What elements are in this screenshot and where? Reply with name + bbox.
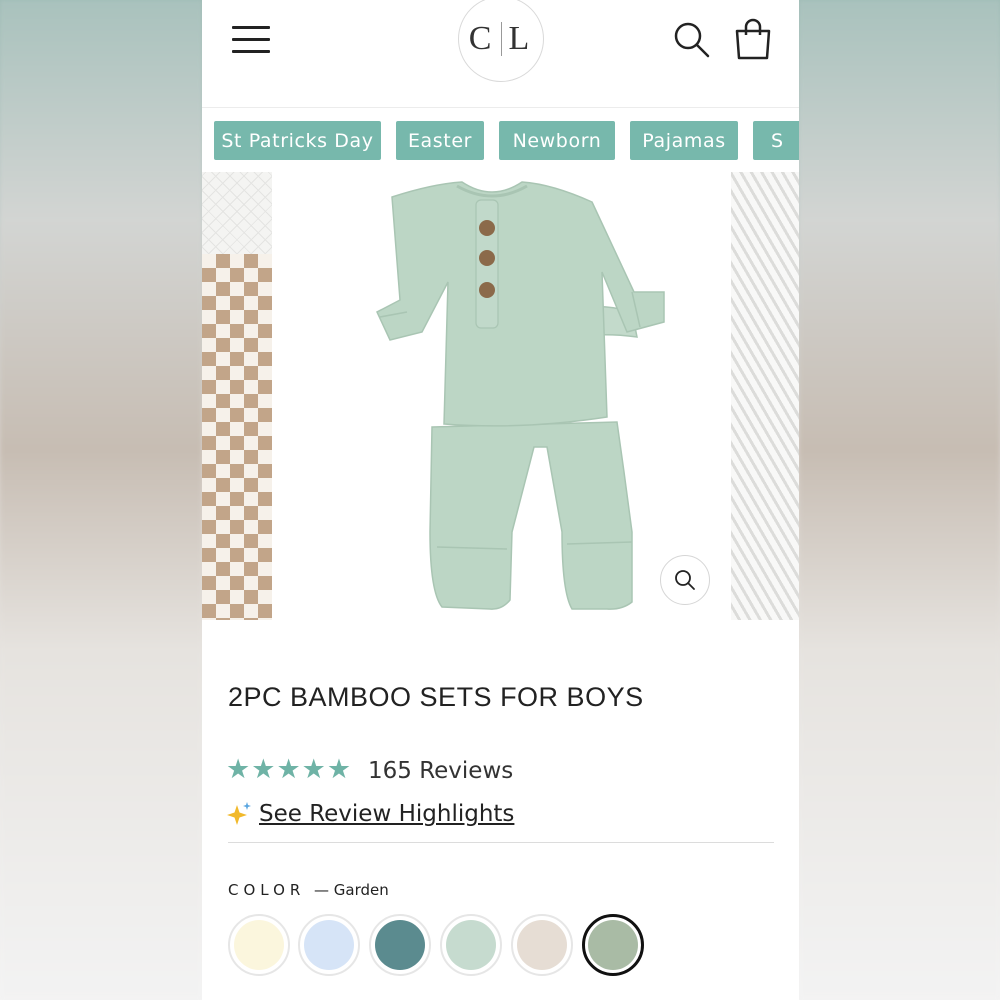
color-swatch[interactable] [511, 914, 573, 976]
color-swatch[interactable] [369, 914, 431, 976]
chip-st-patricks-day[interactable]: St Patricks Day [214, 121, 381, 160]
section-divider [228, 842, 774, 843]
chip-easter[interactable]: Easter [396, 121, 484, 160]
shopping-bag-icon[interactable] [734, 18, 772, 60]
brand-logo[interactable]: CL [458, 0, 544, 82]
background-blur-right [799, 0, 1000, 1000]
review-highlights-link[interactable]: See Review Highlights [259, 801, 514, 827]
product-image-gallery[interactable] [202, 172, 799, 620]
product-title: 2PC BAMBOO SETS FOR BOYS [228, 682, 644, 712]
previous-image-peek[interactable] [202, 172, 272, 620]
zoom-button[interactable] [660, 555, 710, 605]
star-icon: ★ [226, 754, 251, 785]
chip-pajamas[interactable]: Pajamas [630, 121, 738, 160]
color-swatch[interactable] [440, 914, 502, 976]
color-label: COLOR [228, 881, 306, 899]
site-header: CL [202, 0, 799, 108]
next-image-peek[interactable] [731, 172, 799, 620]
pajama-set-illustration [376, 181, 665, 610]
background-blur-left [0, 0, 202, 1000]
chip-partial[interactable]: S [753, 121, 799, 160]
mobile-page: CL St Patricks Day Easter Newborn Pajama… [202, 0, 799, 1000]
color-swatch[interactable] [298, 914, 360, 976]
selected-color-value: — Garden [314, 881, 389, 899]
star-icon: ★ [301, 754, 326, 785]
reviews-count-link[interactable]: 165 Reviews [368, 758, 513, 784]
category-chip-bar: St Patricks Day Easter Newborn Pajamas S [202, 121, 799, 161]
color-swatch-selected[interactable] [582, 914, 644, 976]
color-swatch[interactable] [228, 914, 290, 976]
sparkle-icon [227, 802, 251, 825]
zoom-search-icon [675, 570, 695, 590]
chip-newborn[interactable]: Newborn [499, 121, 615, 160]
hamburger-menu-icon[interactable] [232, 26, 270, 54]
search-icon[interactable] [672, 20, 712, 60]
star-icon: ★ [276, 754, 301, 785]
star-icon: ★ [251, 754, 276, 785]
star-icon: ★ [326, 754, 352, 785]
product-main-image[interactable] [272, 172, 731, 620]
star-rating[interactable]: ★ ★ ★ ★ ★ [226, 756, 351, 784]
